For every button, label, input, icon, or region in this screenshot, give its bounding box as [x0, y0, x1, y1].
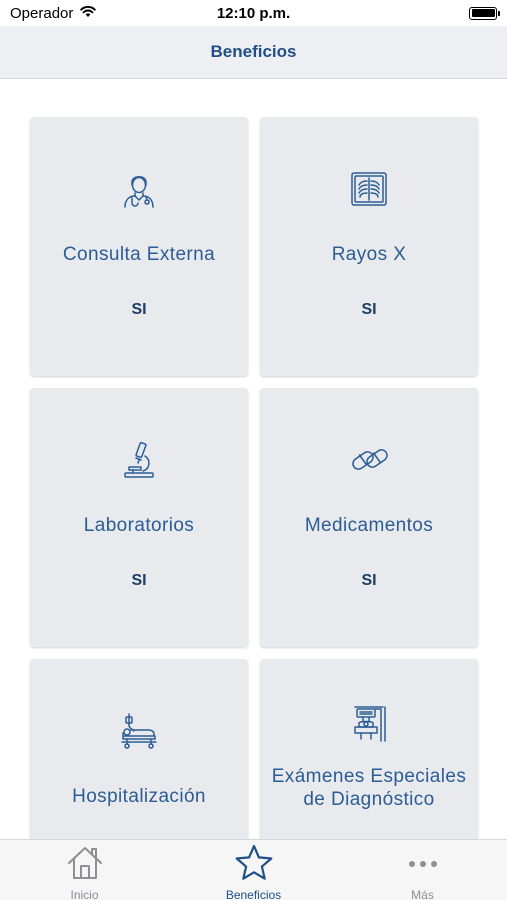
pills-icon: [260, 440, 478, 480]
status-bar: Operador 12:10 p.m.: [0, 0, 507, 26]
benefit-label: Exámenes Especiales de Diagnóstico: [271, 766, 467, 810]
battery-fill: [471, 9, 495, 17]
tab-bar: Inicio Beneficios Más: [0, 839, 507, 900]
home-icon: [66, 844, 104, 887]
tab-inicio[interactable]: Inicio: [0, 840, 169, 900]
status-left: Operador: [10, 4, 97, 22]
benefit-card-medicamentos[interactable]: Medicamentos SI: [260, 388, 478, 647]
tab-label: Beneficios: [225, 888, 282, 900]
wifi-icon: [79, 4, 97, 22]
doctor-icon: [30, 169, 248, 209]
benefit-card-laboratorios[interactable]: Laboratorios SI: [30, 388, 248, 647]
benefit-label: Rayos X: [331, 244, 407, 265]
hospital-bed-icon: [30, 711, 248, 751]
benefits-grid[interactable]: Consulta Externa SI Rayos X SI Laborator…: [0, 80, 507, 839]
tab-label: Más: [411, 888, 434, 900]
tab-mas[interactable]: Más: [338, 840, 507, 900]
benefit-card-examenes-especiales[interactable]: Exámenes Especiales de Diagnóstico: [260, 659, 478, 839]
benefit-card-rayos-x[interactable]: Rayos X SI: [260, 117, 478, 376]
tab-label: Inicio: [70, 888, 99, 900]
benefit-value: SI: [361, 301, 377, 318]
benefit-label: Hospitalización: [72, 786, 206, 807]
star-icon: [235, 844, 273, 887]
nav-bar: Beneficios: [0, 26, 507, 79]
benefit-card-consulta-externa[interactable]: Consulta Externa SI: [30, 117, 248, 376]
page-title: Beneficios: [210, 42, 297, 61]
benefit-label: Medicamentos: [304, 515, 434, 536]
microscope-icon: [30, 440, 248, 480]
benefit-label: Laboratorios: [83, 515, 195, 536]
more-icon: [404, 844, 442, 887]
tab-beneficios[interactable]: Beneficios: [169, 840, 338, 900]
battery-icon: [469, 6, 500, 20]
carrier-label: Operador: [10, 4, 74, 22]
xray-icon: [260, 169, 478, 209]
benefit-card-hospitalizacion[interactable]: Hospitalización: [30, 659, 248, 839]
screen: Operador 12:10 p.m. Beneficios Consulta …: [0, 0, 507, 900]
benefit-value: SI: [361, 572, 377, 589]
benefit-value: SI: [131, 572, 147, 589]
benefit-label: Consulta Externa: [62, 244, 216, 265]
scanner-icon: [260, 703, 478, 743]
benefit-value: SI: [131, 301, 147, 318]
